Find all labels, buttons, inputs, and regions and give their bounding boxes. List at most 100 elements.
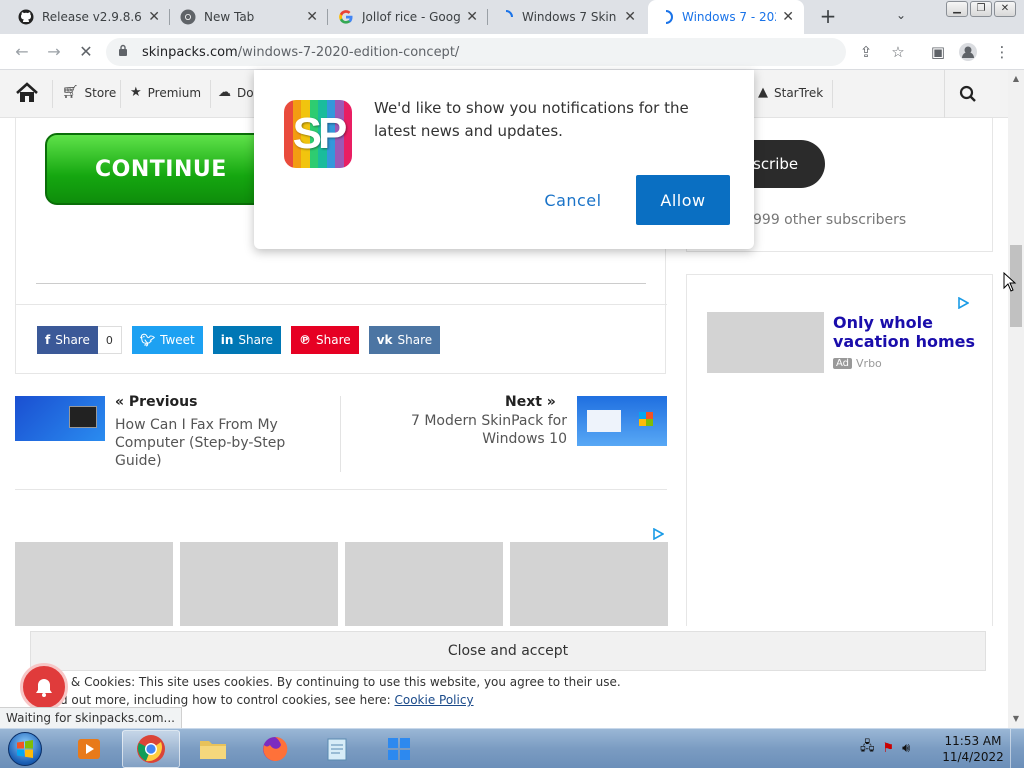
cookie-banner: Close and accept y & Cookies: This site … [0, 626, 1008, 712]
close-tab-icon[interactable]: ✕ [148, 9, 160, 25]
taskbar: 🖧︎ ⚑ 🔊︎ 11:53 AM 11/4/2022 [0, 728, 1024, 768]
back-icon[interactable]: ← [10, 40, 34, 64]
lock-icon[interactable] [118, 44, 132, 60]
network-icon[interactable]: 🖧︎ [860, 737, 875, 759]
loading-icon [658, 9, 674, 25]
tab-jollof[interactable]: Jollof rice - Googl ✕ [328, 0, 488, 34]
ad-image[interactable] [707, 312, 824, 373]
close-tab-icon[interactable]: ✕ [624, 9, 636, 25]
share-label: Share [55, 333, 90, 347]
minimize-icon[interactable]: ▁ [946, 1, 968, 17]
taskbar-explorer[interactable] [184, 730, 242, 768]
tab-win7-skin[interactable]: Windows 7 Skin P ✕ [488, 0, 646, 34]
tab-new-tab[interactable]: New Tab ✕ [170, 0, 328, 34]
adchoices-icon[interactable] [957, 297, 969, 309]
ad-tile[interactable] [510, 542, 668, 632]
close-tab-icon[interactable]: ✕ [306, 9, 318, 25]
tab-strip: Release v2.9.8.6 · l ✕ New Tab ✕ Jollof … [0, 0, 1024, 34]
nav-item-premium[interactable]: ★ Premium [130, 85, 201, 100]
action-center-flag-icon[interactable]: ⚑ [883, 741, 895, 756]
home-icon[interactable] [14, 80, 42, 108]
next-post-thumbnail[interactable] [577, 396, 667, 446]
allow-button[interactable]: Allow [636, 175, 730, 225]
share-label: Share [316, 333, 351, 347]
bell-icon [36, 679, 52, 697]
vk-share-button[interactable]: vk Share [368, 326, 441, 354]
close-tab-icon[interactable]: ✕ [782, 9, 794, 25]
system-tray: 🖧︎ ⚑ 🔊︎ [860, 737, 910, 759]
nav-item-label: Premium [147, 85, 202, 100]
previous-post-label[interactable]: « Previous [115, 394, 197, 410]
pinterest-share-button[interactable]: ℗ Share [291, 326, 359, 354]
notification-prompt: SP We'd like to show you notifications f… [254, 70, 754, 249]
taskbar-firefox[interactable] [246, 730, 304, 768]
next-post-label[interactable]: Next » [505, 394, 556, 410]
vk-icon: vk [376, 333, 393, 347]
cookie-line-1: y & Cookies: This site uses cookies. By … [60, 675, 621, 689]
divider [340, 396, 341, 472]
close-tab-icon[interactable]: ✕ [466, 9, 478, 25]
volume-icon[interactable]: 🔊︎ [902, 741, 910, 756]
taskbar-windows-app[interactable] [370, 730, 428, 768]
adchoices-icon[interactable] [652, 528, 664, 540]
side-panel-icon[interactable]: ▣ [928, 42, 948, 62]
close-window-icon[interactable]: ✕ [994, 1, 1016, 17]
facebook-share[interactable]: f Share 0 [37, 326, 122, 354]
ad-tile[interactable] [15, 542, 173, 632]
system-clock[interactable]: 11:53 AM 11/4/2022 [938, 733, 1008, 765]
start-button[interactable] [2, 730, 48, 768]
notepad-icon [327, 738, 347, 761]
previous-post-title[interactable]: How Can I Fax From My Computer (Step-by-… [115, 416, 335, 470]
cancel-button[interactable]: Cancel [533, 175, 613, 225]
tab-title: Release v2.9.8.6 · l [42, 10, 142, 24]
ad-tile[interactable] [180, 542, 338, 632]
site-search-button[interactable] [944, 70, 990, 118]
nav-item-store[interactable]: 🛒︎ Store [62, 85, 116, 100]
facebook-share-button[interactable]: f Share [37, 326, 98, 354]
taskbar-media-player[interactable] [60, 730, 118, 768]
tab-search-icon[interactable]: ⌄ [896, 8, 906, 22]
nav-item-label: Store [84, 85, 117, 100]
forward-icon[interactable]: → [42, 40, 66, 64]
ad-tile[interactable] [345, 542, 503, 632]
tab-title: Windows 7 - 2020 [682, 10, 776, 24]
nav-item-download[interactable]: ☁ Do [218, 85, 254, 100]
nav-item-startrek[interactable]: ▲ StarTrek [758, 85, 823, 100]
notification-message: We'd like to show you notifications for … [374, 99, 689, 140]
bookmark-star-icon[interactable]: ☆ [888, 42, 908, 62]
tab-win7-2020[interactable]: Windows 7 - 2020 ✕ [648, 0, 804, 34]
next-post-title[interactable]: 7 Modern SkinPack for Windows 10 [375, 412, 567, 448]
continue-button[interactable]: CONTINUE [45, 133, 275, 205]
share-icon[interactable]: ⇪ [856, 42, 876, 62]
twitter-icon: 🐦︎ [139, 333, 156, 347]
post-navigation: « Previous How Can I Fax From My Compute… [15, 394, 667, 490]
ad-title[interactable]: Only whole vacation homes [833, 313, 983, 351]
taskbar-notepad[interactable] [308, 730, 366, 768]
notification-bell-button[interactable] [20, 663, 68, 711]
ad-badge: Ad [833, 358, 853, 369]
tab-title: New Tab [204, 10, 255, 24]
linkedin-icon: in [220, 333, 234, 347]
new-tab-button[interactable]: + [816, 5, 840, 29]
taskbar-chrome[interactable] [122, 730, 180, 768]
cookie-policy-link[interactable]: Cookie Policy [394, 693, 473, 707]
restore-icon[interactable]: ❐ [970, 1, 992, 17]
menu-kebab-icon[interactable]: ⋮ [992, 42, 1012, 62]
twitter-share-button[interactable]: 🐦︎ Tweet [131, 326, 203, 354]
tab-release[interactable]: Release v2.9.8.6 · l ✕ [8, 0, 170, 34]
previous-post-thumbnail[interactable] [15, 396, 105, 441]
nav-divider [832, 80, 833, 108]
show-desktop-button[interactable] [1010, 729, 1024, 768]
profile-avatar-icon[interactable] [958, 42, 978, 62]
page-scrollbar[interactable]: ▲ ▼ [1008, 70, 1024, 730]
logo-text: SP [292, 109, 348, 158]
cloud-download-icon: ☁ [218, 85, 231, 100]
close-and-accept-button[interactable]: Close and accept [30, 631, 986, 671]
scroll-down-icon[interactable]: ▼ [1008, 712, 1024, 726]
github-icon [18, 9, 34, 25]
address-bar[interactable]: skinpacks.com/windows-7-2020-edition-con… [106, 38, 846, 66]
skinpack-logo: SP [284, 100, 352, 168]
linkedin-share-button[interactable]: in Share [212, 326, 282, 354]
stop-loading-icon[interactable]: ✕ [74, 40, 98, 64]
scroll-up-icon[interactable]: ▲ [1008, 72, 1024, 86]
